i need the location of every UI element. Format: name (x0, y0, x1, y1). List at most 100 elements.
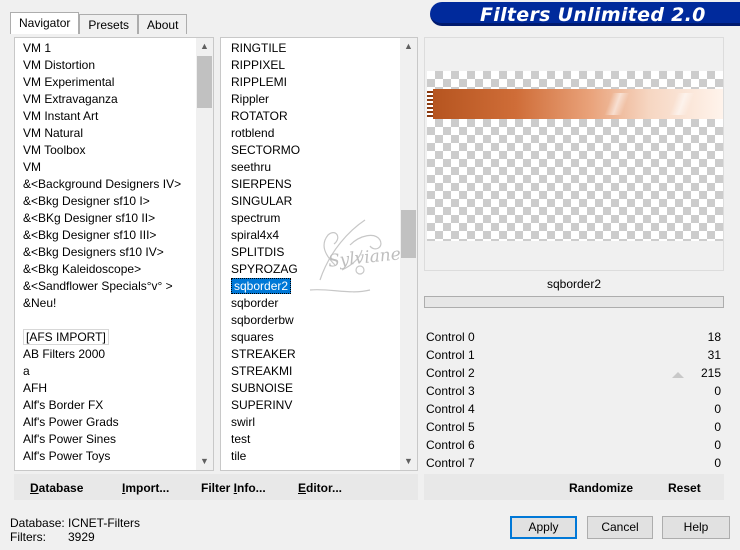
category-item[interactable]: VM Toolbox (21, 142, 197, 159)
control-value[interactable]: 0 (714, 436, 721, 454)
filter-info-button[interactable]: Filter Info... (201, 481, 266, 495)
filter-item[interactable]: STREAKER (229, 346, 401, 363)
filter-info-label: nfo... (237, 481, 266, 495)
filter-item[interactable]: rotblend (229, 125, 401, 142)
category-item[interactable]: Alf's Power Grads (21, 414, 197, 431)
control-value[interactable]: 31 (708, 346, 721, 364)
control-value[interactable]: 0 (714, 382, 721, 400)
filter-item[interactable]: squares (229, 329, 401, 346)
category-item[interactable]: &Neu! (21, 295, 197, 312)
database-label: atabase (38, 481, 84, 495)
filter-name: sqborder2 (546, 277, 602, 291)
control-row[interactable]: Control 4 0 (426, 400, 724, 418)
reset-button[interactable]: Reset (668, 481, 701, 495)
filter-item[interactable]: tile (229, 448, 401, 465)
border-strip-sheen (642, 93, 722, 115)
category-item[interactable]: VM 1 (21, 40, 197, 57)
control-value[interactable]: 18 (708, 328, 721, 346)
category-item[interactable]: &<Background Designers IV> (21, 176, 197, 193)
scroll-up-icon[interactable]: ▲ (196, 38, 213, 55)
category-item[interactable]: AB Filters 2000 (21, 346, 197, 363)
category-item[interactable]: VM Experimental (21, 74, 197, 91)
filter-item[interactable]: SUPERINV (229, 397, 401, 414)
import-button[interactable]: Import... (122, 481, 169, 495)
control-row[interactable]: Control 7 0 (426, 454, 724, 472)
apply-button[interactable]: Apply (510, 516, 577, 539)
editor-button[interactable]: Editor... (298, 481, 342, 495)
filter-item[interactable]: SECTORMO (229, 142, 401, 159)
category-item[interactable]: VM Natural (21, 125, 197, 142)
control-row[interactable]: Control 5 0 (426, 418, 724, 436)
control-label: Control 0 (426, 330, 475, 344)
filter-name-bar: sqborder2 (424, 274, 724, 294)
category-item[interactable]: Alf's Power Toys (21, 448, 197, 465)
cancel-button[interactable]: Cancel (587, 516, 653, 539)
database-button[interactable]: Database (30, 481, 83, 495)
category-scrollbar[interactable]: ▲ ▼ (196, 38, 213, 470)
filter-item[interactable]: ROTATOR (229, 108, 401, 125)
control-row[interactable]: Control 0 18 (426, 328, 724, 346)
help-button[interactable]: Help (662, 516, 730, 539)
filter-item[interactable]: test (229, 431, 401, 448)
scroll-up-icon[interactable]: ▲ (400, 38, 417, 55)
category-item[interactable]: [AFS IMPORT] (21, 329, 197, 346)
preview-image (427, 71, 723, 241)
category-item[interactable]: Alf's Power Sines (21, 431, 197, 448)
filter-item[interactable]: seethru (229, 159, 401, 176)
category-item[interactable]: a (21, 363, 197, 380)
control-row[interactable]: Control 6 0 (426, 436, 724, 454)
scroll-down-icon[interactable]: ▼ (196, 453, 213, 470)
filter-item[interactable]: STREAKMI (229, 363, 401, 380)
category-item[interactable]: VM Distortion (21, 57, 197, 74)
category-item[interactable] (21, 312, 197, 329)
category-item[interactable]: &<Bkg Designer sf10 I> (21, 193, 197, 210)
category-item[interactable]: VM Instant Art (21, 108, 197, 125)
category-list-panel: VM 1 VM Distortion VM Experimental VM Extra… (14, 37, 214, 471)
category-item[interactable]: Alf's Border FX (21, 397, 197, 414)
filter-item[interactable]: RIPPIXEL (229, 57, 401, 74)
control-value[interactable]: 0 (714, 418, 721, 436)
filter-item-selected: sqborder2 (231, 278, 292, 294)
control-label: Control 3 (426, 384, 475, 398)
category-item[interactable]: &<Bkg Designer sf10 III> (21, 227, 197, 244)
tab-navigator[interactable]: Navigator (10, 12, 80, 34)
control-row[interactable]: Control 1 31 (426, 346, 724, 364)
control-label: Control 2 (426, 366, 475, 380)
filter-item[interactable]: RINGTILE (229, 40, 401, 57)
filter-item[interactable]: RIPPLEMI (229, 74, 401, 91)
tab-bar: Navigator Presets About (10, 12, 188, 34)
scroll-thumb[interactable] (197, 56, 212, 108)
control-value[interactable]: 0 (714, 400, 721, 418)
tab-presets[interactable]: Presets (79, 14, 139, 34)
filter-progress-bar (424, 296, 724, 308)
tab-about[interactable]: About (138, 14, 188, 34)
filter-item[interactable]: swirl (229, 414, 401, 431)
control-label: Control 7 (426, 456, 475, 470)
filter-item[interactable]: Rippler (229, 91, 401, 108)
filter-item[interactable]: SINGULAR (229, 193, 401, 210)
database-hotkey: D (30, 481, 39, 495)
filter-item[interactable]: SUBNOISE (229, 380, 401, 397)
status-filters-label: Filters: (10, 530, 46, 544)
category-item[interactable]: VM (21, 159, 197, 176)
category-item[interactable]: &<Sandflower Specials°v° > (21, 278, 197, 295)
control-value[interactable]: 215 (701, 364, 721, 382)
preview-panel (424, 37, 724, 271)
filter-item[interactable]: SIERPENS (229, 176, 401, 193)
control-label: Control 4 (426, 402, 475, 416)
scroll-down-icon[interactable]: ▼ (400, 453, 417, 470)
control-row[interactable]: Control 3 0 (426, 382, 724, 400)
control-cursor-icon (672, 372, 684, 378)
category-item[interactable]: VM Extravaganza (21, 91, 197, 108)
category-item[interactable]: &<BKg Designer sf10 II> (21, 210, 197, 227)
category-item[interactable]: &<Bkg Designers sf10 IV> (21, 244, 197, 261)
category-list[interactable]: VM 1 VM Distortion VM Experimental VM Extra… (21, 40, 197, 470)
app-title: Filters Unlimited 2.0 (480, 4, 706, 26)
filter-info-prefix: Filter (201, 481, 234, 495)
status-database-label: Database: (10, 516, 65, 530)
control-value[interactable]: 0 (714, 454, 721, 472)
randomize-button[interactable]: Randomize (569, 481, 633, 495)
category-item[interactable]: &<Bkg Kaleidoscope> (21, 261, 197, 278)
import-label: mport... (125, 481, 170, 495)
category-item[interactable]: AFH (21, 380, 197, 397)
